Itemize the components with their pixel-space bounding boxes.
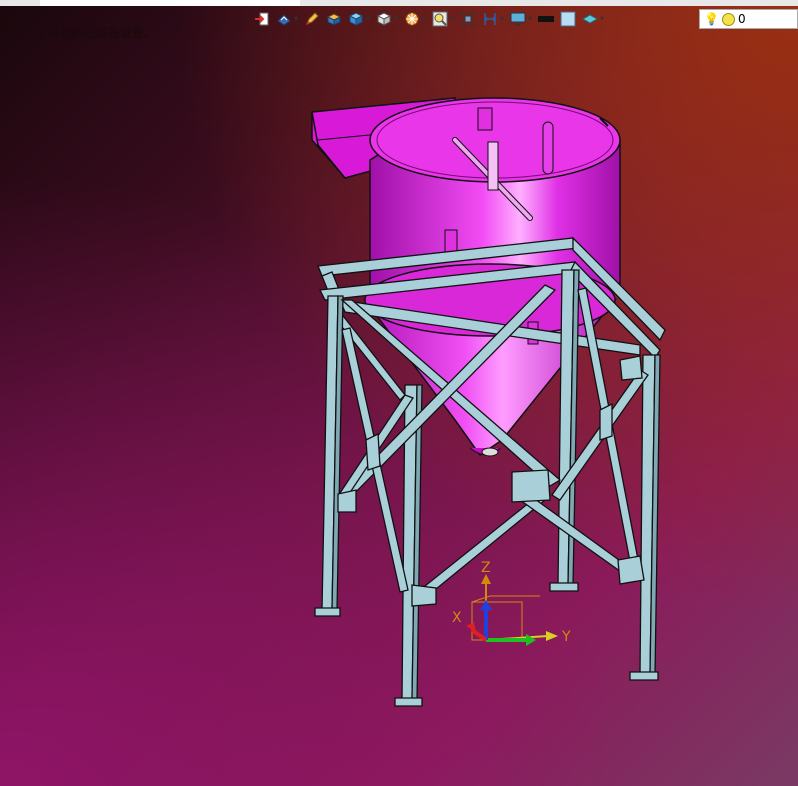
- x-axis-label: X: [452, 610, 462, 626]
- axis-triad: Z X Y: [452, 560, 571, 646]
- model-viewport[interactable]: Z X Y: [0, 0, 798, 786]
- y-axis-label: Y: [561, 629, 571, 645]
- z-axis-label: Z: [481, 560, 491, 576]
